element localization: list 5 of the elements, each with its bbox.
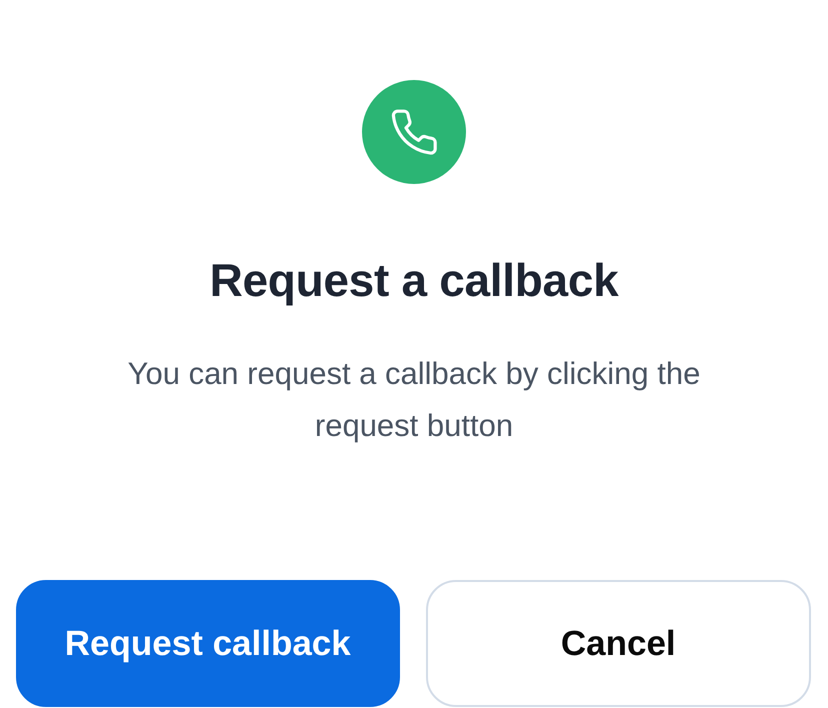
- phone-icon: [362, 80, 466, 184]
- request-callback-button[interactable]: Request callback: [16, 580, 400, 707]
- dialog-description: You can request a callback by clicking the request button: [126, 355, 702, 445]
- dialog-title: Request a callback: [210, 253, 618, 308]
- cancel-button[interactable]: Cancel: [426, 580, 811, 707]
